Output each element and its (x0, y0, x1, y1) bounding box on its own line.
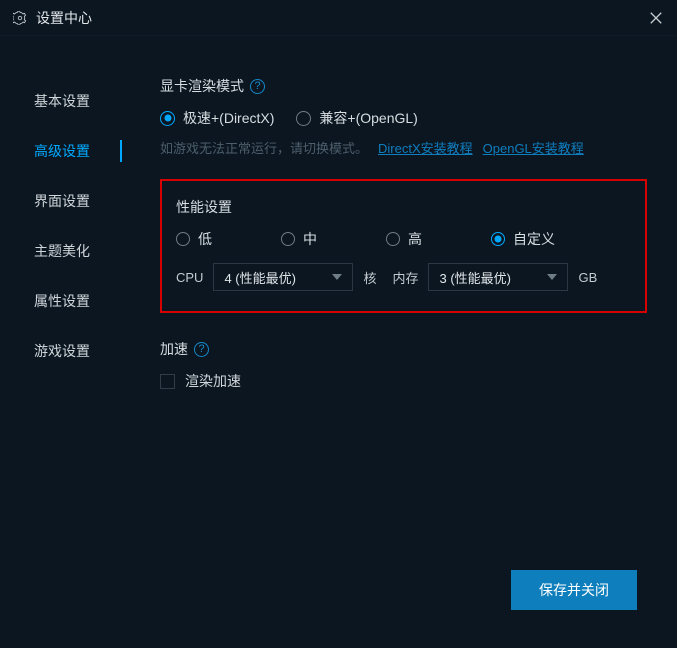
radio-directx-label: 极速+(DirectX) (183, 108, 274, 128)
radio-high[interactable]: 高 (386, 229, 491, 249)
close-icon (649, 11, 663, 25)
sidebar-item-ui[interactable]: 界面设置 (0, 176, 140, 226)
radio-custom[interactable]: 自定义 (491, 229, 555, 249)
radio-opengl-label: 兼容+(OpenGL) (319, 108, 417, 128)
radio-dot-icon (160, 111, 175, 126)
mem-label: 内存 (392, 268, 418, 287)
render-mode-title: 显卡渲染模式 (160, 76, 244, 96)
help-icon[interactable]: ? (194, 342, 209, 357)
help-icon[interactable]: ? (250, 79, 265, 94)
cpu-label: CPU (176, 270, 203, 285)
titlebar: 设置中心 (0, 0, 677, 36)
close-button[interactable] (647, 9, 665, 27)
cpu-value: 4 (性能最优) (224, 268, 296, 287)
window-title: 设置中心 (36, 8, 92, 28)
radio-low[interactable]: 低 (176, 229, 281, 249)
cpu-dropdown[interactable]: 4 (性能最优) (213, 263, 353, 291)
sidebar-item-theme[interactable]: 主题美化 (0, 226, 140, 276)
render-mode-options: 极速+(DirectX) 兼容+(OpenGL) (160, 108, 647, 128)
chevron-down-icon (332, 274, 342, 280)
chevron-down-icon (547, 274, 557, 280)
radio-dot-icon (176, 232, 190, 246)
render-mode-title-row: 显卡渲染模式 ? (160, 76, 647, 96)
mem-unit: GB (578, 270, 597, 285)
cpu-unit: 核 (363, 268, 376, 287)
footer: 保存并关闭 (511, 570, 637, 610)
acceleration-title: 加速 (160, 339, 188, 359)
performance-sliders-row: CPU 4 (性能最优) 核 内存 3 (性能最优) GB (176, 263, 631, 291)
radio-mid[interactable]: 中 (281, 229, 386, 249)
sidebar-item-game[interactable]: 游戏设置 (0, 326, 140, 376)
sidebar-item-advanced[interactable]: 高级设置 (0, 126, 140, 176)
link-directx-tutorial[interactable]: DirectX安装教程 (378, 138, 473, 157)
mem-value: 3 (性能最优) (439, 268, 511, 287)
radio-custom-label: 自定义 (513, 229, 555, 249)
render-hint-text: 如游戏无法正常运行，请切换模式。 (160, 138, 368, 157)
save-and-close-button[interactable]: 保存并关闭 (511, 570, 637, 610)
acceleration-section: 加速 ? 渲染加速 (160, 339, 647, 391)
sidebar: 基本设置 高级设置 界面设置 主题美化 属性设置 游戏设置 (0, 36, 140, 648)
sidebar-item-properties[interactable]: 属性设置 (0, 276, 140, 326)
performance-title: 性能设置 (176, 197, 232, 217)
radio-opengl[interactable]: 兼容+(OpenGL) (296, 108, 417, 128)
radio-directx[interactable]: 极速+(DirectX) (160, 108, 274, 128)
mem-dropdown[interactable]: 3 (性能最优) (428, 263, 568, 291)
render-accel-checkbox[interactable] (160, 374, 175, 389)
gear-icon (12, 10, 28, 26)
radio-dot-icon (281, 232, 295, 246)
performance-options: 低 中 高 自定义 (176, 229, 631, 249)
radio-dot-icon (296, 111, 311, 126)
radio-mid-label: 中 (303, 229, 317, 249)
render-hint-row: 如游戏无法正常运行，请切换模式。 DirectX安装教程 OpenGL安装教程 (160, 138, 647, 157)
radio-dot-icon (386, 232, 400, 246)
link-opengl-tutorial[interactable]: OpenGL安装教程 (483, 138, 584, 157)
render-accel-label: 渲染加速 (185, 371, 241, 391)
radio-low-label: 低 (198, 229, 212, 249)
radio-high-label: 高 (408, 229, 422, 249)
performance-section: 性能设置 低 中 高 自定义 (160, 179, 647, 313)
main-panel: 显卡渲染模式 ? 极速+(DirectX) 兼容+(OpenGL) 如游戏无法正… (140, 36, 677, 648)
sidebar-item-basic[interactable]: 基本设置 (0, 76, 140, 126)
radio-dot-icon (491, 232, 505, 246)
